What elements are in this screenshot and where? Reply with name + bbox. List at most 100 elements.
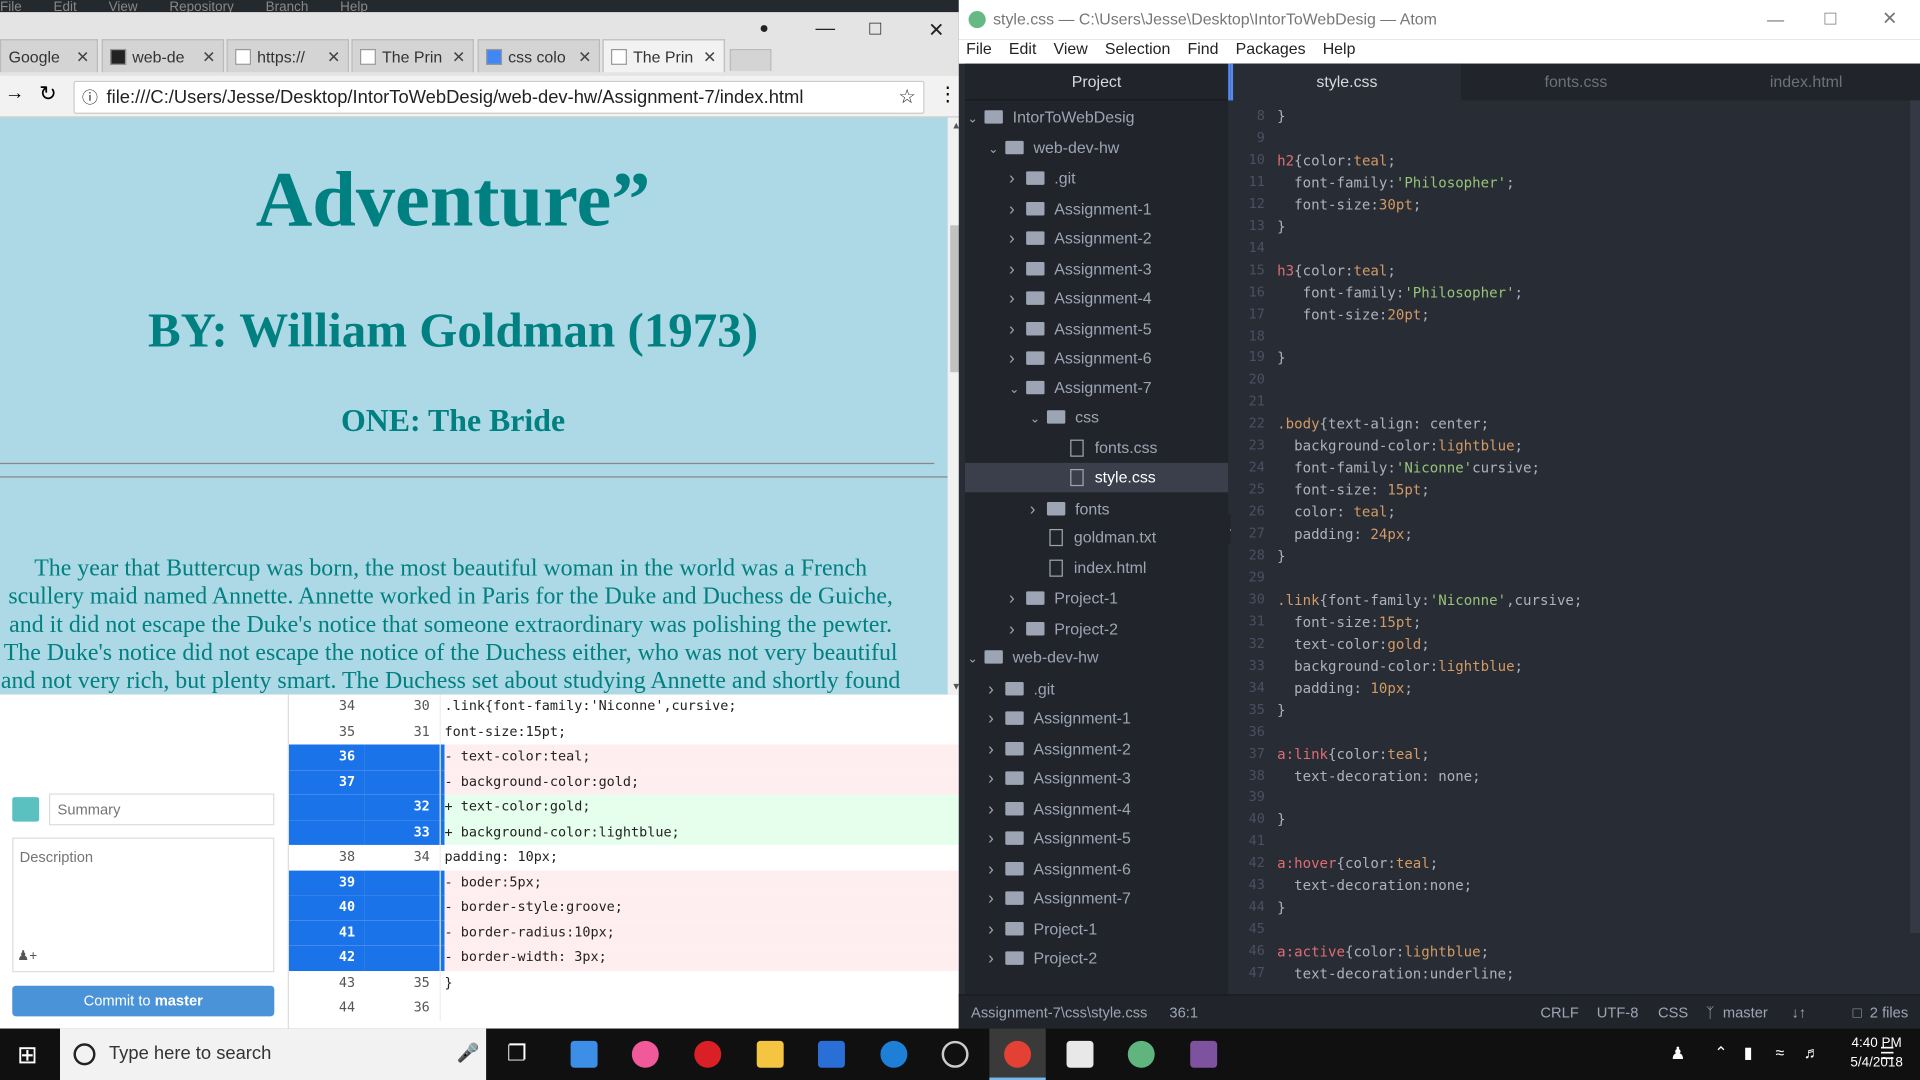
- new-tab-button[interactable]: [729, 48, 772, 72]
- atom-menu-item[interactable]: Packages: [1236, 39, 1306, 57]
- status-branch[interactable]: master: [1723, 996, 1768, 1030]
- commit-button[interactable]: Commit to master: [12, 985, 275, 1017]
- chrome-tab[interactable]: Google ✕: [0, 39, 98, 73]
- creative-cloud-icon[interactable]: [694, 1040, 722, 1068]
- atom-menu-item[interactable]: Help: [1323, 39, 1356, 57]
- media-icon[interactable]: [941, 1040, 969, 1068]
- diff-row[interactable]: 35 31 font-size:15pt;: [289, 719, 959, 745]
- fetch-icon[interactable]: ↓↑: [1791, 996, 1806, 1030]
- diff-row[interactable]: 32 + text-color:gold;: [288, 794, 959, 820]
- tree-folder[interactable]: › Assignment-5: [965, 823, 1228, 852]
- diff-row[interactable]: 34 30 .link{font-family:'Niconne',cursive;: [289, 694, 959, 720]
- tree-folder[interactable]: › Assignment-5: [965, 313, 1228, 342]
- tree-file[interactable]: fonts.css: [965, 433, 1228, 462]
- show-hidden-icons[interactable]: ⌃: [1714, 1043, 1727, 1063]
- tab-close-icon[interactable]: ✕: [76, 40, 89, 72]
- tree-folder[interactable]: ⌄ web-dev-hw: [965, 643, 1228, 672]
- github-desktop-icon[interactable]: [1190, 1040, 1218, 1068]
- diff-row[interactable]: 42 - border-width: 3px;: [288, 945, 959, 971]
- tree-folder[interactable]: › Assignment-3: [965, 253, 1228, 282]
- diff-row[interactable]: 33 + background-color:lightblue;: [288, 819, 959, 845]
- tree-folder[interactable]: › Project-2: [965, 943, 1228, 972]
- atom-menu-item[interactable]: File: [966, 39, 992, 57]
- chrome-tab[interactable]: The Prin ✕: [602, 39, 725, 73]
- maximize-button[interactable]: □: [869, 18, 881, 40]
- chrome-tab[interactable]: css colo ✕: [477, 39, 601, 73]
- diff-row[interactable]: 44 36: [289, 995, 959, 1021]
- tree-file[interactable]: goldman.txt: [965, 523, 1228, 552]
- close-button[interactable]: ✕: [928, 18, 944, 42]
- status-path[interactable]: Assignment-7\css\style.css: [971, 996, 1147, 1030]
- description-field[interactable]: [12, 837, 275, 973]
- profile-icon[interactable]: ●: [759, 18, 769, 36]
- windows-start-icon[interactable]: ⊞: [17, 1040, 38, 1071]
- atom-menu-item[interactable]: View: [1054, 39, 1088, 57]
- malwarebytes-icon[interactable]: [817, 1040, 845, 1068]
- tree-folder[interactable]: › Assignment-4: [965, 283, 1228, 312]
- chrome-tab[interactable]: The Prin ✕: [351, 39, 474, 73]
- task-view-icon[interactable]: ❐: [507, 1041, 527, 1067]
- tab-close-icon[interactable]: ✕: [327, 40, 340, 72]
- diff-row[interactable]: 41 - border-radius:10px;: [288, 920, 959, 946]
- atom-maximize-button[interactable]: □: [1825, 0, 1837, 39]
- tab-close-icon[interactable]: ✕: [202, 40, 215, 72]
- wifi-icon[interactable]: ≈: [1776, 1043, 1785, 1061]
- people-icon[interactable]: ♟: [1670, 1043, 1685, 1064]
- action-center-icon[interactable]: ☰: [1880, 1043, 1895, 1064]
- chrome-icon[interactable]: [1004, 1040, 1032, 1068]
- mail-icon[interactable]: [1066, 1040, 1094, 1068]
- taskbar-search[interactable]: Type here to search 🎤: [60, 1028, 487, 1080]
- tree-folder[interactable]: › Assignment-4: [965, 793, 1228, 822]
- itunes-icon[interactable]: [631, 1040, 659, 1068]
- cortana-icon[interactable]: [73, 1043, 96, 1066]
- tree-folder[interactable]: › Assignment-1: [965, 703, 1228, 732]
- status-encoding[interactable]: UTF-8: [1597, 996, 1639, 1030]
- diff-row[interactable]: 39 - boder:5px;: [288, 870, 959, 896]
- clock[interactable]: 4:40 PM 5/4/2018: [1850, 1033, 1902, 1072]
- status-grammar[interactable]: CSS: [1658, 996, 1688, 1030]
- tree-folder[interactable]: ⌄ web-dev-hw: [965, 133, 1228, 162]
- editor-tab[interactable]: fonts.css: [1461, 64, 1691, 101]
- diff-row[interactable]: 37 - background-color:gold;: [288, 769, 959, 795]
- store-icon[interactable]: [570, 1040, 598, 1068]
- chrome-tab[interactable]: https:// ✕: [226, 39, 349, 73]
- diff-row[interactable]: 38 34 padding: 10px;: [289, 844, 959, 871]
- summary-input[interactable]: [48, 793, 275, 826]
- atom-close-button[interactable]: ✕: [1882, 0, 1897, 39]
- tree-folder[interactable]: › .git: [965, 673, 1228, 702]
- diff-row[interactable]: 40 - border-style:groove;: [288, 895, 959, 921]
- tab-close-icon[interactable]: ✕: [452, 40, 465, 72]
- tree-folder[interactable]: › Assignment-3: [965, 763, 1228, 792]
- status-cursor[interactable]: 36:1: [1169, 996, 1198, 1030]
- tree-folder[interactable]: ⌄ css: [965, 403, 1228, 432]
- editor-scrollbar[interactable]: [1910, 100, 1920, 934]
- microphone-icon[interactable]: 🎤: [457, 1029, 480, 1080]
- atom-menu-item[interactable]: Edit: [1009, 39, 1036, 57]
- minimize-button[interactable]: —: [816, 18, 836, 40]
- volume-icon[interactable]: ♬: [1804, 1043, 1820, 1061]
- tree-folder[interactable]: › Assignment-2: [965, 733, 1228, 762]
- file-explorer-icon[interactable]: [756, 1040, 784, 1068]
- tree-file[interactable]: style.css: [964, 462, 1229, 493]
- tree-folder[interactable]: ⌄ Assignment-7: [965, 373, 1228, 402]
- atom-taskbar-icon[interactable]: [1127, 1040, 1155, 1068]
- address-bar[interactable]: ⓘ file:///C:/Users/Jesse/Desktop/IntorTo…: [73, 80, 925, 114]
- diff-row[interactable]: 43 35}: [289, 970, 959, 996]
- edge-icon[interactable]: [880, 1040, 908, 1068]
- tree-folder[interactable]: › Assignment-7: [965, 883, 1228, 912]
- info-icon[interactable]: ⓘ: [82, 82, 98, 113]
- atom-menu-item[interactable]: Find: [1188, 39, 1219, 57]
- tab-close-icon[interactable]: ✕: [578, 40, 591, 72]
- tree-folder[interactable]: › .git: [965, 163, 1228, 192]
- atom-menu-item[interactable]: Selection: [1105, 39, 1170, 57]
- status-eol[interactable]: CRLF: [1540, 996, 1578, 1030]
- tree-folder[interactable]: › Assignment-6: [965, 343, 1228, 372]
- code-area[interactable]: } h2{color:teal; font-family:'Philosopher…: [1274, 100, 1920, 994]
- tree-file[interactable]: index.html: [965, 553, 1228, 582]
- bookmark-star-icon[interactable]: ☆: [893, 82, 916, 113]
- editor-tab[interactable]: style.css: [1230, 63, 1461, 101]
- tree-folder[interactable]: › Assignment-6: [965, 853, 1228, 882]
- diff-row[interactable]: 36 - text-color:teal;: [288, 744, 959, 770]
- battery-icon[interactable]: ▮: [1744, 1043, 1753, 1063]
- add-coauthor-icon[interactable]: ♟+: [17, 948, 37, 964]
